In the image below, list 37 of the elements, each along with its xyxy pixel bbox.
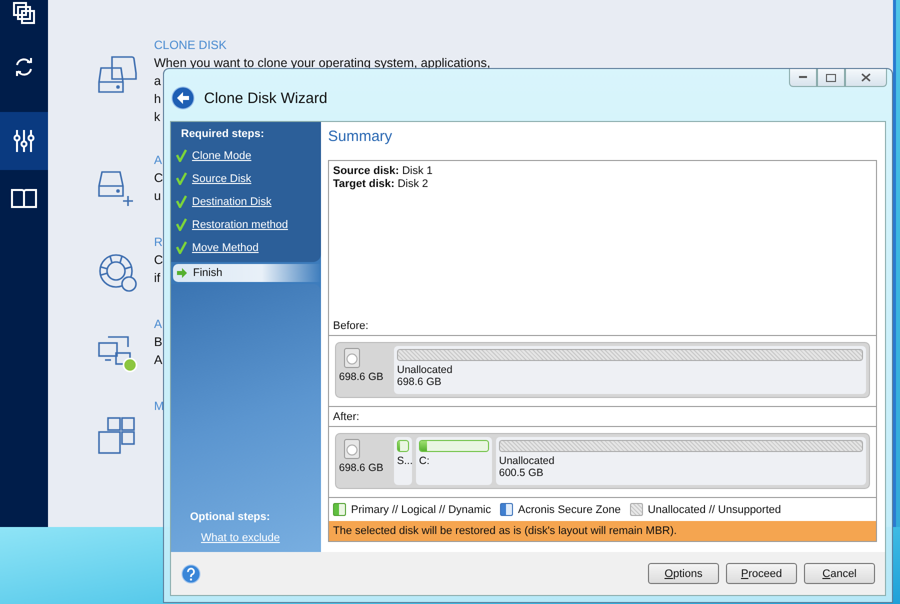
partition[interactable]: Unallocated 698.6 GB: [394, 346, 866, 394]
tool-description: if: [154, 270, 160, 287]
page-heading: Summary: [328, 128, 394, 147]
step-link[interactable]: Destination Disk: [192, 196, 272, 208]
steps-heading: Required steps:: [180, 127, 266, 142]
dialog-button[interactable]: Cancel: [804, 563, 875, 584]
step-link[interactable]: Clone Mode: [192, 150, 252, 162]
partition[interactable]: C:: [416, 437, 492, 485]
steps-heading: Optional steps:: [189, 510, 272, 525]
tool-description: k: [154, 109, 160, 126]
tool-description: h: [154, 91, 161, 108]
legend-label: Primary // Logical // Dynamic: [351, 504, 491, 516]
dialog-button[interactable]: Options: [648, 563, 719, 584]
tool-description: A: [154, 352, 162, 369]
disk-size: 698.6 GB: [339, 462, 384, 474]
tool-description: C: [154, 252, 164, 269]
window-title: Clone Disk Wizard: [204, 90, 328, 106]
dialog-button[interactable]: Proceed: [726, 563, 797, 584]
layout-label: After:: [332, 410, 360, 425]
legend-label: Acronis Secure Zone: [518, 504, 621, 516]
partition[interactable]: Unallocated 600.5 GB: [496, 437, 866, 485]
layout-label: Before:: [332, 319, 370, 334]
current-step[interactable]: Finish: [173, 264, 321, 282]
step-link[interactable]: Restoration method: [192, 218, 288, 230]
tool-description: C: [154, 170, 164, 187]
tool-description: u: [154, 188, 161, 205]
tool-description: When you want to clone your operating system, applications,: [154, 55, 490, 72]
summary-line: Source disk: Disk 1: [333, 165, 434, 178]
tool-description: a: [154, 73, 161, 90]
step-link[interactable]: Source Disk: [192, 172, 252, 184]
tool-description: B: [154, 334, 162, 351]
step-link[interactable]: Move Method: [192, 242, 259, 254]
partition[interactable]: S...: [394, 437, 412, 485]
notice-bar: The selected disk will be restored as is (disk's layout will remain MBR).: [329, 521, 876, 541]
legend-label: Unallocated // Unsupported: [648, 504, 782, 516]
summary-line: Target disk: Disk 2: [333, 178, 430, 191]
disk-size: 698.6 GB: [339, 371, 384, 383]
